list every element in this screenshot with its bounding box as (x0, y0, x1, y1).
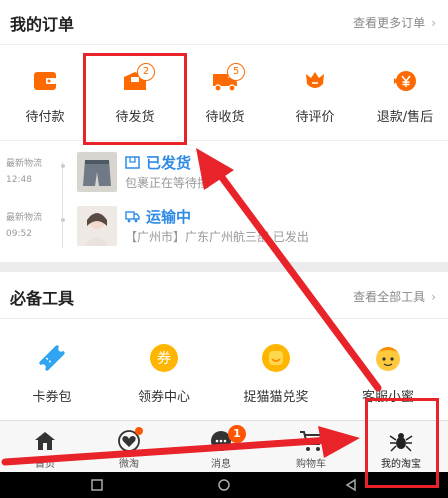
tab-label: 首页 (35, 459, 55, 470)
wallet-icon (34, 72, 56, 90)
package-outline-icon (125, 156, 140, 169)
product-thumbnail-shorts (77, 152, 117, 192)
home-nav-icon[interactable] (217, 478, 231, 492)
truck-outline-icon (125, 211, 140, 223)
tool-coupon-pack[interactable]: 卡券包 (2, 334, 102, 414)
customer-service-icon (376, 347, 400, 371)
timeline-dot (61, 218, 65, 222)
tab-messages[interactable]: 1 消息 (176, 421, 266, 473)
message-count-badge: 1 (228, 425, 246, 443)
logistics-entry[interactable]: 最新物流 09:52 运输中 【广州市】广东广州航三部 已发出 (0, 204, 448, 250)
order-status-row: 待付款 2 待发货 5 待收货 待评价 退款/售后 (0, 60, 448, 132)
order-refund-aftersales[interactable]: 退款/售后 (360, 60, 448, 132)
tab-cart[interactable]: 购物车 (266, 421, 356, 473)
tools-header: 必备工具 查看全部工具 › (0, 272, 448, 316)
tool-cat-prize[interactable]: 捉猫猫兑奖 (226, 334, 326, 414)
cart-icon (300, 431, 323, 451)
tab-weitao[interactable]: 微淘 (84, 421, 174, 473)
logistics-label: 最新物流 (6, 213, 43, 223)
tool-label: 卡券包 (32, 390, 72, 405)
tool-label: 领券中心 (137, 390, 190, 405)
logistics-status-text: 已发货 (146, 154, 192, 172)
ticket-icon (39, 345, 65, 371)
order-label: 待评价 (295, 110, 335, 125)
logistics-status: 已发货 (125, 152, 191, 173)
tool-label: 捉猫猫兑奖 (243, 390, 309, 405)
order-label: 待付款 (25, 110, 65, 125)
order-label: 待收货 (205, 110, 245, 125)
tab-label: 购物车 (296, 459, 326, 470)
tab-label: 微淘 (119, 459, 139, 470)
order-label: 退款/售后 (376, 110, 434, 125)
tab-label: 消息 (211, 459, 231, 470)
chevron-right-icon: › (431, 16, 436, 30)
logistics-timestamp: 12:48 (6, 175, 32, 185)
logistics-description: 【广州市】广东广州航三部 已发出 (125, 230, 309, 244)
order-pending-receipt[interactable]: 5 待收货 (180, 60, 270, 132)
cat-prize-icon (262, 344, 290, 372)
order-pending-payment[interactable]: 待付款 (0, 60, 90, 132)
back-icon[interactable] (344, 478, 358, 492)
tools-title: 必备工具 (10, 289, 75, 308)
logistics-status: 运输中 (125, 206, 191, 227)
logistics-timestamp: 09:52 (6, 229, 32, 239)
logistics-label: 最新物流 (6, 159, 43, 169)
logistics-time: 最新物流 12:48 (6, 156, 56, 188)
coupon-center-icon: 券 (150, 344, 178, 372)
chevron-right-icon: › (431, 290, 436, 304)
my-orders-card: 我的订单 查看更多订单 › 待付款 2 待发货 5 待收货 待评价 退款/售后 … (0, 0, 448, 262)
refund-yen-icon (394, 71, 416, 91)
logistics-description: 包裹正在等待揽 (125, 176, 210, 190)
logistics-time: 最新物流 09:52 (6, 210, 56, 242)
view-all-tools-link[interactable]: 查看全部工具 › (353, 288, 436, 305)
view-more-orders-link[interactable]: 查看更多订单 › (353, 14, 436, 31)
view-more-orders-label: 查看更多订单 (353, 16, 426, 30)
view-all-tools-label: 查看全部工具 (353, 290, 426, 304)
order-count-badge: 5 (227, 63, 245, 81)
logistics-status-text: 运输中 (146, 208, 192, 226)
recent-apps-icon[interactable] (90, 478, 104, 492)
orders-title: 我的订单 (10, 15, 75, 34)
product-thumbnail-portrait (77, 206, 117, 246)
notification-dot (135, 427, 143, 435)
tool-coupon-center[interactable]: 券 领券中心 (114, 334, 214, 414)
highlight-box-pending-shipment (83, 53, 187, 145)
highlight-box-my-taobao (365, 398, 439, 488)
timeline-dot (61, 164, 65, 168)
orders-header: 我的订单 查看更多订单 › (0, 0, 448, 44)
coupon-glyph: 券 (157, 351, 171, 367)
logistics-entry[interactable]: 最新物流 12:48 已发货 包裹正在等待揽 (0, 150, 448, 196)
order-pending-review[interactable]: 待评价 (270, 60, 360, 132)
tab-home[interactable]: 首页 (0, 421, 90, 473)
divider (0, 44, 448, 45)
review-flower-icon (306, 72, 324, 88)
divider (0, 140, 448, 141)
divider (0, 318, 448, 319)
home-icon (35, 432, 55, 450)
